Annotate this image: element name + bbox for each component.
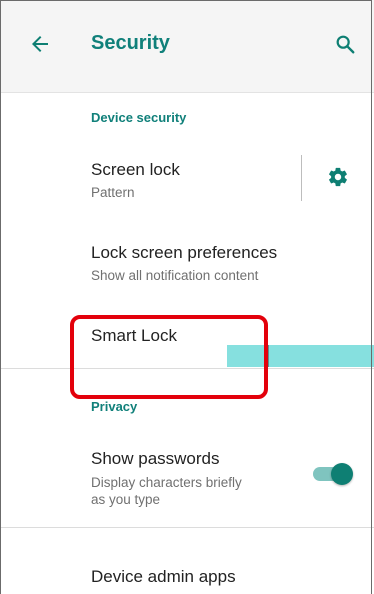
section-device-security: Device security bbox=[91, 110, 187, 125]
page-title: Security bbox=[91, 32, 170, 54]
toggle-thumb[interactable] bbox=[331, 463, 353, 485]
section-privacy: Privacy bbox=[91, 399, 138, 414]
highlight-box bbox=[70, 315, 268, 399]
screen-lock-title: Screen lock bbox=[91, 160, 180, 179]
search-icon[interactable] bbox=[334, 33, 356, 55]
screen-lock-subtitle: Pattern bbox=[91, 185, 135, 200]
app-bar: Security bbox=[0, 0, 374, 93]
back-arrow-icon[interactable] bbox=[28, 32, 52, 56]
show-passwords-subtitle-line1: Display characters briefly bbox=[91, 475, 242, 490]
show-passwords-subtitle-line2: as you type bbox=[91, 492, 161, 507]
lock-screen-preferences-title: Lock screen preferences bbox=[91, 243, 278, 262]
show-passwords-title: Show passwords bbox=[91, 449, 220, 468]
device-admin-apps-title: Device admin apps bbox=[91, 567, 236, 586]
section-divider bbox=[0, 527, 374, 528]
lock-screen-preferences-subtitle: Show all notification content bbox=[91, 268, 259, 283]
gear-icon[interactable] bbox=[327, 166, 349, 188]
divider bbox=[301, 155, 302, 201]
